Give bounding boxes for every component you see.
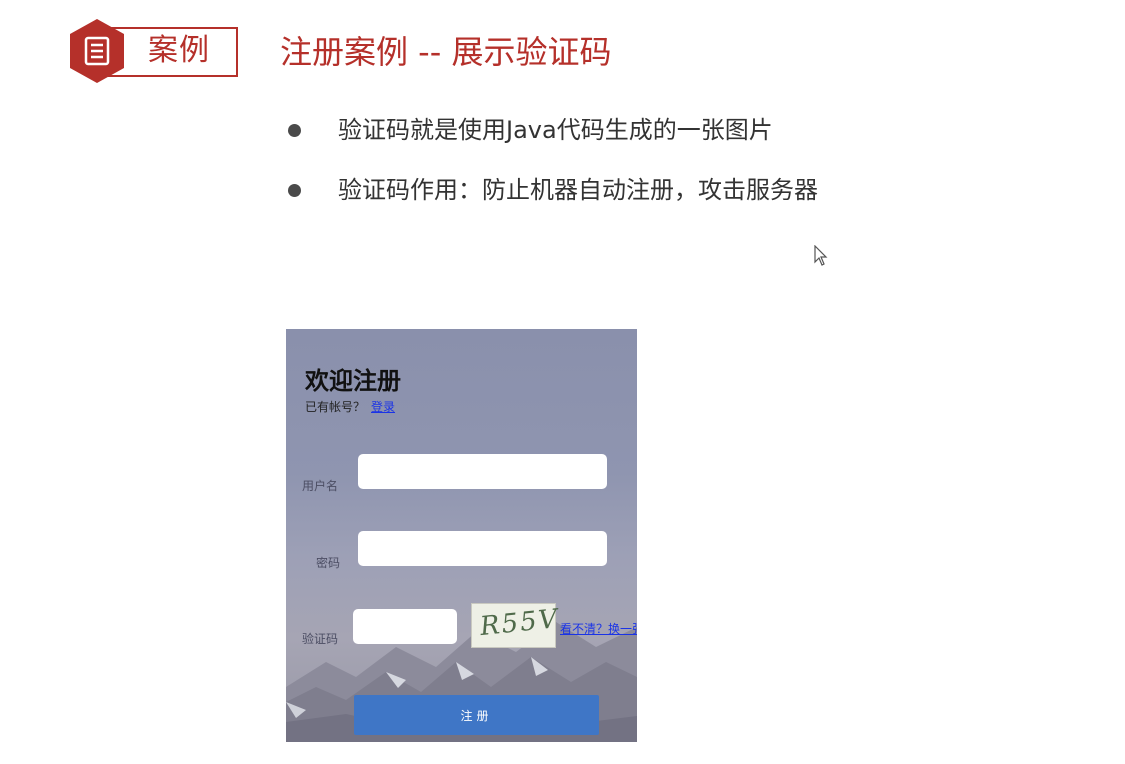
captcha-label: 验证码 <box>302 632 339 646</box>
captcha-text: R55V <box>478 603 561 643</box>
bullet-item: 验证码就是使用Java代码生成的一张图片 <box>288 108 988 168</box>
bullet-text: 验证码作用：防止机器自动注册，攻击服务器 <box>338 176 818 204</box>
badge-label: 案例 <box>148 33 210 68</box>
username-label: 用户名 <box>302 479 339 493</box>
refresh-captcha-link[interactable]: 看不清？换一张 <box>560 621 637 637</box>
login-link[interactable]: 登录 <box>371 400 395 414</box>
slide: 案例 注册案例 -- 展示验证码 验证码就是使用Java代码生成的一张图片 验证… <box>0 0 1125 764</box>
has-account-label: 已有帐号？ <box>305 400 366 414</box>
section-badge: 案例 <box>68 18 240 84</box>
captcha-input[interactable] <box>353 609 457 644</box>
bullet-item: 验证码作用：防止机器自动注册，攻击服务器 <box>288 168 988 228</box>
slide-title: 注册案例 -- 展示验证码 <box>280 33 612 71</box>
bullet-dot-icon <box>288 124 301 137</box>
username-input[interactable] <box>358 454 607 489</box>
has-account-text: 已有帐号？ 登录 <box>305 399 395 415</box>
bullet-text: 验证码就是使用Java代码生成的一张图片 <box>338 116 773 144</box>
register-form-screenshot: 欢迎注册 已有帐号？ 登录 用户名 密码 验证码 R55V 看不清？换一张 注册 <box>286 329 637 742</box>
password-label: 密码 <box>316 556 341 570</box>
mouse-cursor-icon <box>814 245 828 266</box>
captcha-image[interactable]: R55V <box>471 603 561 648</box>
bullet-dot-icon <box>288 184 301 197</box>
welcome-heading: 欢迎注册 <box>305 367 401 395</box>
register-button[interactable]: 注册 <box>354 695 599 735</box>
password-input[interactable] <box>358 531 607 566</box>
bullet-list: 验证码就是使用Java代码生成的一张图片 验证码作用：防止机器自动注册，攻击服务… <box>288 108 988 228</box>
document-icon <box>70 19 124 83</box>
